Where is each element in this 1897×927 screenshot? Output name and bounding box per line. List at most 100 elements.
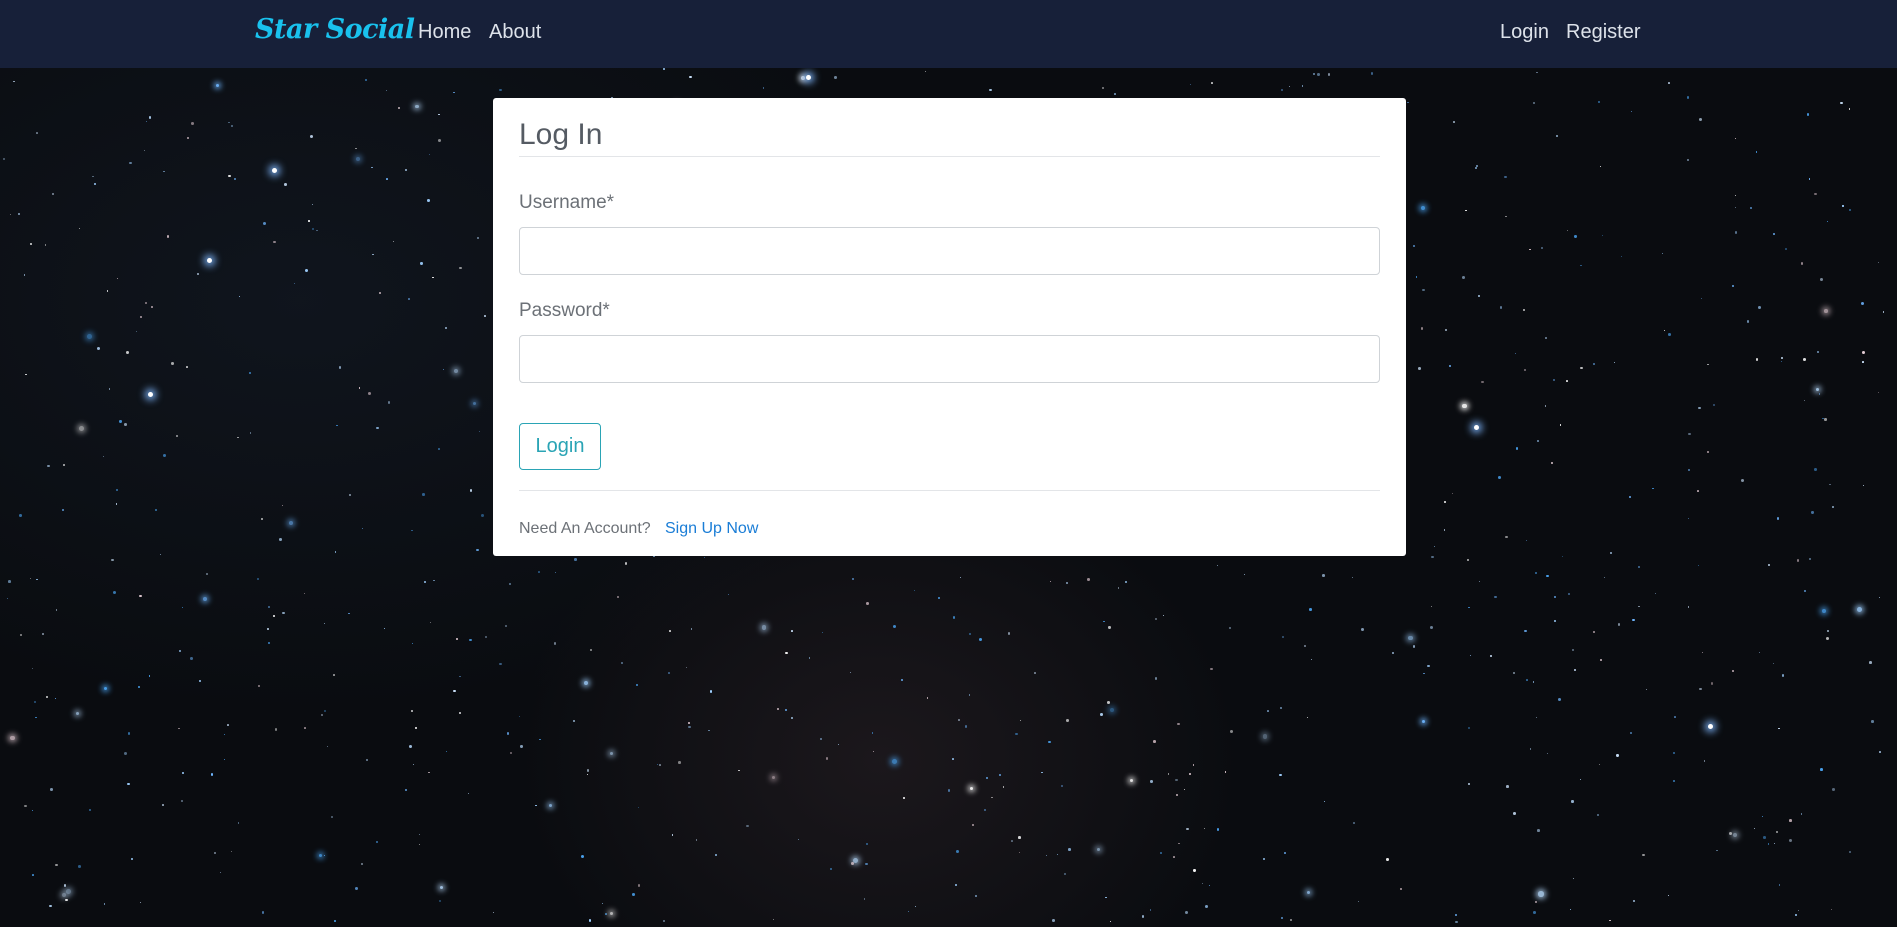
star bbox=[1056, 853, 1058, 855]
star bbox=[1019, 719, 1021, 721]
star bbox=[196, 273, 199, 276]
star bbox=[1545, 337, 1548, 339]
star bbox=[1703, 760, 1706, 762]
star bbox=[690, 627, 693, 630]
star bbox=[1808, 557, 1811, 560]
star bbox=[202, 596, 208, 601]
star bbox=[1448, 365, 1451, 368]
star bbox=[1183, 788, 1186, 790]
page-title: Log In bbox=[519, 118, 603, 151]
bright-star bbox=[1708, 724, 1713, 729]
star bbox=[1599, 165, 1602, 168]
star bbox=[866, 601, 869, 605]
star bbox=[1100, 713, 1103, 716]
star bbox=[1734, 231, 1738, 234]
star bbox=[1824, 309, 1828, 313]
star bbox=[662, 919, 665, 922]
star bbox=[1468, 606, 1470, 609]
star bbox=[1466, 558, 1470, 562]
star bbox=[32, 874, 34, 876]
star bbox=[154, 508, 158, 512]
star bbox=[163, 170, 165, 173]
login-card: Log In Username* Password* Login Need An… bbox=[493, 98, 1406, 556]
star bbox=[467, 793, 469, 795]
star bbox=[336, 424, 338, 427]
star bbox=[1569, 909, 1572, 911]
star bbox=[1869, 661, 1872, 664]
star bbox=[1283, 852, 1286, 854]
username-input[interactable] bbox=[519, 227, 1380, 275]
star bbox=[55, 863, 58, 867]
star bbox=[1444, 501, 1447, 503]
star bbox=[686, 666, 688, 668]
star bbox=[1503, 175, 1507, 179]
star bbox=[139, 901, 142, 904]
star bbox=[959, 576, 961, 578]
star bbox=[267, 606, 270, 608]
star bbox=[738, 769, 740, 772]
star bbox=[638, 806, 640, 808]
star bbox=[1580, 265, 1582, 267]
star bbox=[1150, 909, 1152, 911]
star bbox=[249, 432, 251, 434]
star bbox=[1762, 815, 1764, 818]
star bbox=[62, 463, 65, 467]
star bbox=[1580, 366, 1583, 370]
star bbox=[428, 153, 430, 156]
star bbox=[1546, 574, 1549, 578]
star bbox=[1490, 655, 1493, 658]
star bbox=[1572, 649, 1575, 652]
star bbox=[865, 863, 868, 866]
star bbox=[1609, 552, 1612, 555]
nav-link-login[interactable]: Login bbox=[1500, 21, 1549, 44]
star bbox=[428, 771, 430, 774]
password-input[interactable] bbox=[519, 335, 1380, 383]
star bbox=[476, 237, 479, 240]
star bbox=[1523, 368, 1526, 371]
star bbox=[1041, 771, 1043, 774]
star bbox=[127, 783, 130, 786]
star bbox=[914, 590, 916, 592]
star bbox=[1579, 778, 1582, 781]
star bbox=[1687, 158, 1689, 161]
brand-logo[interactable]: Star Social bbox=[255, 14, 415, 45]
star bbox=[1700, 298, 1703, 300]
star bbox=[1353, 822, 1355, 825]
sign-up-link[interactable]: Sign Up Now bbox=[665, 520, 758, 538]
star bbox=[1839, 101, 1843, 105]
star bbox=[365, 78, 368, 81]
star bbox=[1468, 782, 1471, 785]
star bbox=[1600, 659, 1602, 661]
star bbox=[405, 788, 408, 791]
star bbox=[61, 508, 65, 512]
star bbox=[1107, 701, 1110, 704]
star bbox=[1673, 780, 1676, 782]
star bbox=[1216, 564, 1218, 566]
star bbox=[267, 642, 270, 645]
star bbox=[1535, 716, 1538, 718]
star bbox=[958, 719, 960, 721]
star bbox=[1667, 894, 1669, 897]
star bbox=[360, 863, 363, 866]
star bbox=[851, 862, 854, 866]
star bbox=[1651, 487, 1654, 490]
nav-link-home[interactable]: Home bbox=[418, 21, 471, 44]
star bbox=[1535, 571, 1538, 574]
nav-link-about[interactable]: About bbox=[489, 21, 541, 44]
star bbox=[1327, 73, 1331, 76]
star bbox=[703, 556, 705, 558]
star bbox=[1668, 82, 1670, 84]
password-label: Password* bbox=[519, 300, 610, 321]
star bbox=[689, 75, 692, 79]
star bbox=[1806, 113, 1810, 116]
login-button[interactable]: Login bbox=[519, 423, 601, 470]
star bbox=[1613, 361, 1616, 364]
star bbox=[180, 799, 184, 803]
star bbox=[1773, 663, 1775, 665]
star bbox=[1392, 651, 1395, 654]
star bbox=[1811, 511, 1814, 514]
nav-link-register[interactable]: Register bbox=[1566, 21, 1640, 44]
star bbox=[159, 554, 161, 556]
star bbox=[1781, 673, 1785, 677]
top-navbar: Star Social Home About Login Register bbox=[0, 0, 1897, 68]
